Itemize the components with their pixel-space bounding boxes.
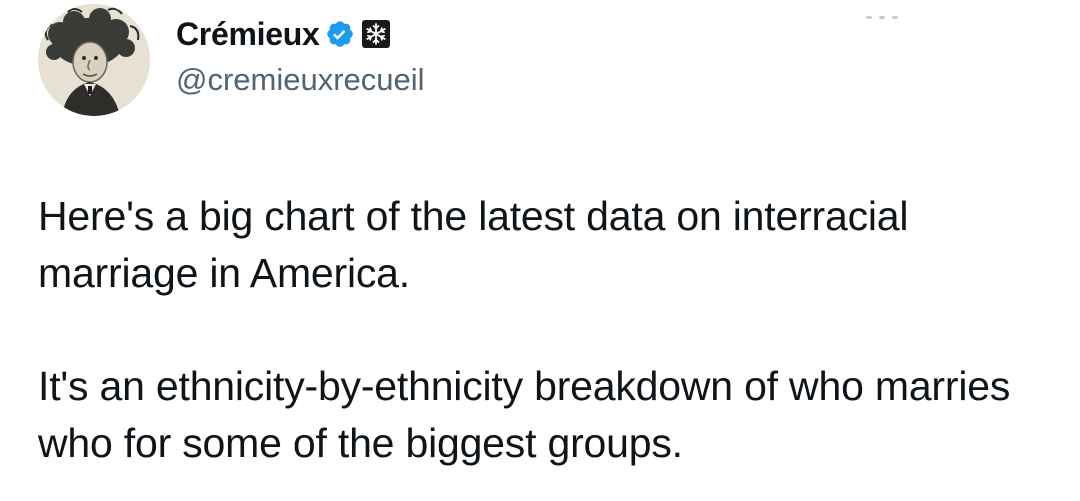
portrait-caricature-icon xyxy=(38,4,150,116)
tweet-header: Crémieux @cremieuxrecueil xyxy=(176,14,425,98)
display-name[interactable]: Crémieux xyxy=(176,16,320,53)
handle[interactable]: @cremieuxrecueil xyxy=(176,62,425,98)
more-dot-icon xyxy=(879,16,885,19)
verified-badge-icon[interactable] xyxy=(325,19,355,49)
tweet-paragraph: Here's a big chart of the latest data on… xyxy=(38,193,909,296)
snowflake-badge-icon[interactable] xyxy=(361,19,391,49)
more-options-button[interactable] xyxy=(860,4,904,24)
more-dot-icon xyxy=(892,16,898,19)
tweet: Crémieux @cremieuxrecueil Here's a big c… xyxy=(0,0,1080,501)
name-row: Crémieux xyxy=(176,14,425,54)
avatar[interactable] xyxy=(38,4,150,116)
more-dot-icon xyxy=(866,16,872,19)
tweet-text: Here's a big chart of the latest data on… xyxy=(38,188,1038,472)
tweet-paragraph: It's an ethnicity-by-ethnicity breakdown… xyxy=(38,363,1011,466)
